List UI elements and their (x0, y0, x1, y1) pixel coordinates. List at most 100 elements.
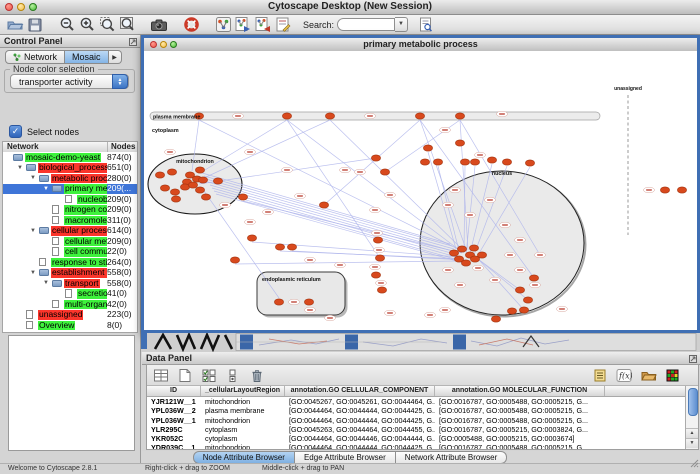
search-dropdown-arrow[interactable]: ▼ (395, 17, 408, 32)
disclosure-triangle-icon[interactable]: ▼ (30, 268, 36, 278)
resize-grip[interactable] (690, 455, 699, 473)
annotation-button[interactable] (273, 16, 293, 34)
node[interactable] (677, 187, 686, 193)
node[interactable] (274, 299, 283, 305)
node[interactable] (529, 275, 538, 281)
node[interactable] (523, 297, 532, 303)
node[interactable] (247, 235, 256, 241)
import-attributes-button[interactable] (638, 366, 658, 384)
node[interactable] (287, 244, 296, 250)
tab-mosaic[interactable]: Mosaic (65, 50, 109, 64)
network-canvas[interactable]: plasma membranecytoplasmmitochondrionnuc… (144, 51, 697, 330)
node[interactable] (198, 177, 207, 183)
column-header[interactable]: annotation.GO MOLECULAR_FUNCTION (435, 386, 605, 396)
node[interactable] (195, 187, 204, 193)
delete-attribute-button[interactable] (247, 366, 267, 384)
float-panel-icon[interactable] (129, 37, 137, 49)
open-session-button[interactable] (5, 16, 25, 34)
tree-row[interactable]: secretion41(0) (3, 289, 137, 300)
tree-row[interactable]: response to stimulu264(0) (3, 257, 137, 268)
table-cell[interactable]: [GO:0044464, GO:0044444, GO:0044425, G..… (285, 406, 435, 415)
node[interactable] (470, 159, 479, 165)
table-cell[interactable]: YDR039C__1 (147, 443, 201, 449)
table-cell[interactable]: [GO:0016787, GO:0005215, GO:0003824, G..… (435, 425, 605, 434)
table-cell[interactable]: [GO:0016787, GO:0005488, GO:0005215, G..… (435, 443, 605, 449)
node[interactable] (420, 159, 429, 165)
node[interactable] (304, 299, 313, 305)
select-attributes-button[interactable] (199, 366, 219, 384)
column-header[interactable]: annotation.GO CELLULAR_COMPONENT (285, 386, 435, 396)
table-cell[interactable]: YPL036W__1 (147, 416, 201, 425)
node[interactable] (371, 155, 380, 161)
tree-row[interactable]: ▼primary metabo209(... (3, 184, 137, 195)
tree-row[interactable]: ▼transport558(0) (3, 278, 137, 289)
node[interactable] (519, 307, 528, 313)
table-cell[interactable]: [GO:0045263, GO:0044464, GO:0044455, G..… (285, 425, 435, 434)
attribute-table-button[interactable] (151, 366, 171, 384)
node[interactable] (502, 159, 511, 165)
birdseye-view[interactable] (8, 335, 135, 451)
import-network-button[interactable] (233, 16, 253, 34)
node[interactable] (238, 194, 247, 200)
network-window-titlebar[interactable]: primary metabolic process (144, 38, 697, 52)
table-cell[interactable]: [GO:0045267, GO:0045261, GO:0044464, G..… (285, 397, 435, 406)
table-cell[interactable]: cytoplasm (201, 425, 285, 434)
tree-row[interactable]: mosaic-demo-yeast874(0) (3, 152, 137, 163)
node[interactable] (275, 244, 284, 250)
node[interactable] (160, 185, 169, 191)
node[interactable] (213, 178, 222, 184)
table-cell[interactable]: mitochondrion (201, 397, 285, 406)
tree-row[interactable]: nitrogen compo209(0) (3, 205, 137, 216)
zoom-fit-button[interactable] (117, 16, 137, 34)
table-cell[interactable]: YPL036W__2 (147, 406, 201, 415)
tree-row[interactable]: multi-organism pro42(0) (3, 299, 137, 310)
table-row[interactable]: YPL036W__2plasma membrane[GO:0044464, GO… (147, 406, 686, 415)
node[interactable] (375, 255, 384, 261)
node[interactable] (325, 113, 334, 119)
new-attribute-button[interactable] (175, 366, 195, 384)
advanced-search-button[interactable] (416, 16, 436, 34)
search-input[interactable] (337, 18, 395, 31)
tree-row[interactable]: ▼establishment of lo558(0) (3, 268, 137, 279)
disclosure-triangle-icon[interactable]: ▼ (30, 226, 36, 236)
formula-builder-button[interactable]: f(x) (614, 366, 634, 384)
table-cell[interactable]: [GO:0016787, GO:0005488, GO:0005215, G..… (435, 406, 605, 415)
table-cell[interactable]: YJR121W__1 (147, 397, 201, 406)
node[interactable] (195, 167, 204, 173)
node[interactable] (371, 272, 380, 278)
table-cell[interactable]: [GO:0016787, GO:0005488, GO:0005215, G..… (435, 397, 605, 406)
scroll-up-button[interactable]: ▲ (686, 428, 698, 438)
table-cell[interactable]: cytoplasm (201, 434, 285, 443)
table-row[interactable]: YLR295Ccytoplasm[GO:0045263, GO:0044464,… (147, 425, 686, 434)
tree-row[interactable]: ▼cellular process614(0) (3, 226, 137, 237)
node[interactable] (188, 182, 197, 188)
node[interactable] (201, 194, 210, 200)
zoom-out-button[interactable] (57, 16, 77, 34)
table-cell[interactable]: mitochondrion (201, 443, 285, 449)
node[interactable] (171, 196, 180, 202)
tree-row[interactable]: Overview8(0) (3, 320, 137, 331)
node[interactable] (660, 187, 669, 193)
node[interactable] (515, 287, 524, 293)
table-cell[interactable]: YKR052C (147, 434, 201, 443)
column-header[interactable]: ID (147, 386, 201, 396)
tree-row[interactable]: cellular metabo209(0) (3, 236, 137, 247)
node[interactable] (469, 245, 478, 251)
table-cell[interactable]: [GO:0005488, GO:0005215, GO:0003674] (435, 434, 605, 443)
node[interactable] (319, 202, 328, 208)
heatmap-button[interactable] (662, 366, 682, 384)
disclosure-triangle-icon[interactable]: ▼ (43, 278, 49, 288)
tree-row[interactable]: macromolecule311(0) (3, 215, 137, 226)
node[interactable] (507, 308, 516, 314)
node[interactable] (155, 172, 164, 178)
node[interactable] (377, 287, 386, 293)
scrollbar-thumb[interactable] (688, 388, 698, 416)
select-nodes-checkbox[interactable]: ✓ (9, 125, 22, 138)
tree-row[interactable]: nucleobase-209(0) (3, 194, 137, 205)
node[interactable] (373, 237, 382, 243)
node[interactable] (282, 113, 291, 119)
table-row[interactable]: YKR052Ccytoplasm[GO:0044464, GO:0044446,… (147, 434, 686, 443)
attribute-list-button[interactable] (590, 366, 610, 384)
table-cell[interactable]: plasma membrane (201, 406, 285, 415)
disclosure-triangle-icon[interactable]: ▼ (43, 184, 49, 194)
